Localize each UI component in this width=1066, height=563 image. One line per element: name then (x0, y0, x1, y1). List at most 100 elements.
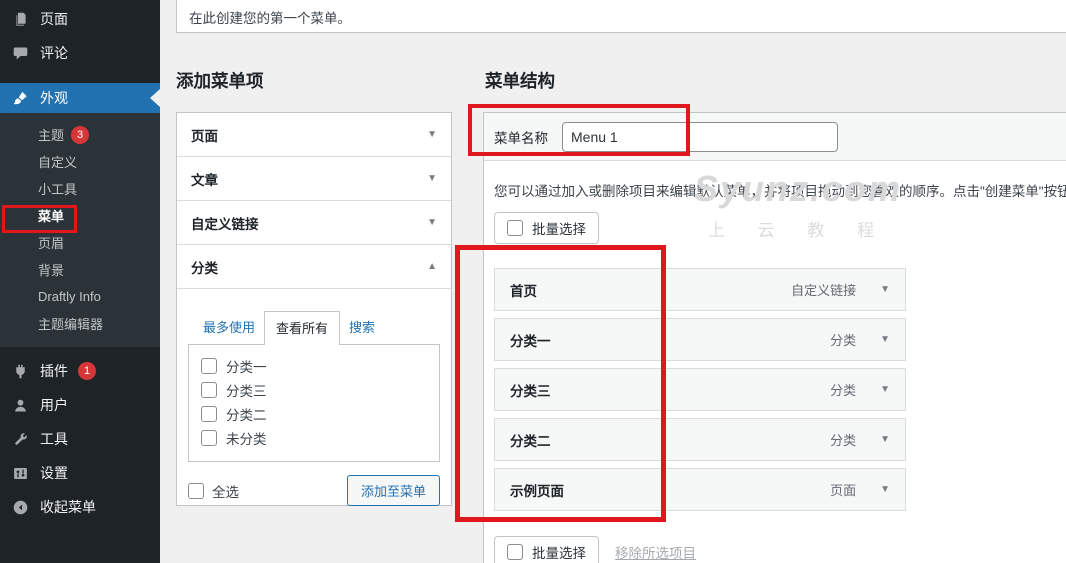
menu-help-text: 您可以通过加入或删除项目来编辑默认菜单，并将项目拖动到您喜欢的顺序。点击"创建菜… (494, 184, 1066, 199)
bulk-select-toggle-top[interactable]: 批量选择 (494, 212, 599, 244)
submenu-item-label: 主题 (38, 128, 65, 143)
menu-item-type: 分类 (830, 383, 857, 398)
categories-accordion-content: 最多使用 查看所有 搜索 分类一 分类三 分类二 未分类 全选 添加至菜单 (177, 289, 451, 506)
chevron-down-icon: ▼ (427, 129, 437, 140)
appearance-icon (10, 90, 30, 107)
category-row: 分类一 (189, 354, 439, 378)
submenu-item-customize[interactable]: 自定义 (0, 148, 160, 175)
comments-icon (10, 45, 30, 62)
settings-icon (10, 465, 30, 482)
menu-item-type: 分类 (830, 433, 857, 448)
menu-item-label: 分类三 (510, 383, 551, 399)
category-row: 未分类 (189, 426, 439, 450)
tab-search[interactable]: 搜索 (340, 311, 384, 344)
submenu-item-background[interactable]: 背景 (0, 256, 160, 283)
submenu-item-menus[interactable]: 菜单 (0, 202, 160, 229)
category-checkbox[interactable] (201, 358, 217, 374)
chevron-down-icon[interactable]: ▼ (880, 334, 890, 345)
menu-item-label: 示例页面 (510, 483, 564, 499)
add-menu-items-panel: 页面 ▼ 文章 ▼ 自定义链接 ▼ 分类 ▲ 最多使用 查看所有 搜索 分类一 (176, 112, 452, 506)
current-item-arrow (150, 89, 160, 107)
submenu-item-header[interactable]: 页眉 (0, 229, 160, 256)
first-menu-notice: 在此创建您的第一个菜单。 (176, 0, 1066, 33)
add-menu-items-title: 添加菜单项 (176, 71, 264, 91)
bulk-select-label: 批量选择 (532, 222, 586, 237)
menu-item-type: 自定义链接 (791, 283, 857, 298)
submenu-item-label: Draftly Info (38, 289, 101, 304)
sidebar-item-label: 外观 (40, 90, 68, 106)
category-checkbox[interactable] (201, 430, 217, 446)
bulk-select-checkbox[interactable] (507, 220, 523, 236)
accordion-categories[interactable]: 分类 ▲ (177, 245, 451, 289)
pages-icon (10, 11, 30, 28)
sidebar-item-label: 评论 (40, 45, 68, 61)
menu-item-type: 分类 (830, 333, 857, 348)
tab-view-all[interactable]: 查看所有 (264, 311, 341, 345)
sidebar-item-users[interactable]: 用户 (0, 388, 160, 422)
submenu-item-label: 页眉 (38, 236, 65, 251)
remove-selected-link[interactable]: 移除所选项目 (615, 542, 696, 562)
accordion-pages[interactable]: 页面 ▼ (177, 113, 451, 157)
menu-structure-footer: 批量选择 移除所选项目 (494, 536, 1066, 563)
select-all-checkbox[interactable] (188, 482, 204, 499)
menu-item-label: 首页 (510, 283, 537, 299)
submenu-item-theme-editor[interactable]: 主题编辑器 (0, 310, 160, 337)
menu-item-category-three[interactable]: 分类三 分类 ▼ (494, 368, 906, 411)
notice-text: 在此创建您的第一个菜单。 (189, 10, 351, 26)
sidebar-item-label: 页面 (40, 11, 68, 27)
sidebar-item-label: 工具 (40, 431, 68, 447)
menu-item-home[interactable]: 首页 自定义链接 ▼ (494, 268, 906, 311)
menu-structure-panel: 菜单名称 您可以通过加入或删除项目来编辑默认菜单，并将项目拖动到您喜欢的顺序。点… (483, 112, 1066, 563)
submenu-item-widgets[interactable]: 小工具 (0, 175, 160, 202)
accordion-label: 页面 (191, 128, 218, 144)
sidebar-item-settings[interactable]: 设置 (0, 456, 160, 490)
chevron-down-icon[interactable]: ▼ (880, 434, 890, 445)
accordion-posts[interactable]: 文章 ▼ (177, 157, 451, 201)
accordion-custom-links[interactable]: 自定义链接 ▼ (177, 201, 451, 245)
category-row: 分类二 (189, 402, 439, 426)
sidebar-item-label: 收起菜单 (40, 499, 96, 515)
bulk-select-checkbox[interactable] (507, 544, 523, 560)
chevron-down-icon: ▼ (427, 217, 437, 228)
submenu-item-label: 小工具 (38, 182, 78, 197)
menu-item-type: 页面 (830, 483, 857, 498)
category-label: 分类一 (226, 360, 267, 375)
sidebar-item-plugins[interactable]: 插件 1 (0, 354, 160, 388)
submenu-item-themes[interactable]: 主题 3 (0, 121, 160, 148)
category-row: 分类三 (189, 378, 439, 402)
menu-item-category-one[interactable]: 分类一 分类 ▼ (494, 318, 906, 361)
submenu-item-draftly-info[interactable]: Draftly Info (0, 283, 160, 310)
submenu-item-label: 背景 (38, 263, 65, 278)
sidebar-item-collapse-menu[interactable]: 收起菜单 (0, 490, 160, 524)
menu-item-label: 分类一 (510, 333, 551, 349)
sidebar-item-appearance[interactable]: 外观 (0, 83, 160, 113)
chevron-down-icon[interactable]: ▼ (880, 384, 890, 395)
categories-tabs: 最多使用 查看所有 搜索 (194, 311, 440, 345)
sidebar-item-label: 设置 (40, 465, 68, 481)
bulk-select-toggle-bottom[interactable]: 批量选择 (494, 536, 599, 563)
menu-item-sample-page[interactable]: 示例页面 页面 ▼ (494, 468, 906, 511)
menu-name-input[interactable] (562, 121, 838, 152)
sidebar-item-pages[interactable]: 页面 (0, 2, 160, 36)
accordion-label: 自定义链接 (191, 216, 259, 232)
category-checkbox[interactable] (201, 382, 217, 398)
chevron-down-icon: ▼ (427, 173, 437, 184)
users-icon (10, 397, 30, 414)
category-checkbox[interactable] (201, 406, 217, 422)
category-label: 分类二 (226, 408, 267, 423)
menu-item-category-two[interactable]: 分类二 分类 ▼ (494, 418, 906, 461)
add-to-menu-button[interactable]: 添加至菜单 (346, 475, 440, 506)
collapse-icon (10, 499, 30, 516)
plugins-icon (10, 363, 30, 380)
chevron-down-icon[interactable]: ▼ (880, 284, 890, 295)
sidebar-item-tools[interactable]: 工具 (0, 422, 160, 456)
sidebar-item-comments[interactable]: 评论 (0, 36, 160, 70)
menu-item-label: 分类二 (510, 433, 551, 449)
chevron-down-icon[interactable]: ▼ (880, 484, 890, 495)
accordion-label: 文章 (191, 172, 218, 188)
appearance-submenu: 主题 3 自定义 小工具 菜单 页眉 背景 Draftly Info 主题编辑器 (0, 113, 160, 347)
chevron-up-icon: ▲ (427, 261, 437, 272)
menu-name-label: 菜单名称 (494, 130, 548, 146)
tab-most-used[interactable]: 最多使用 (194, 311, 264, 344)
select-all-control: 全选 (188, 481, 239, 501)
